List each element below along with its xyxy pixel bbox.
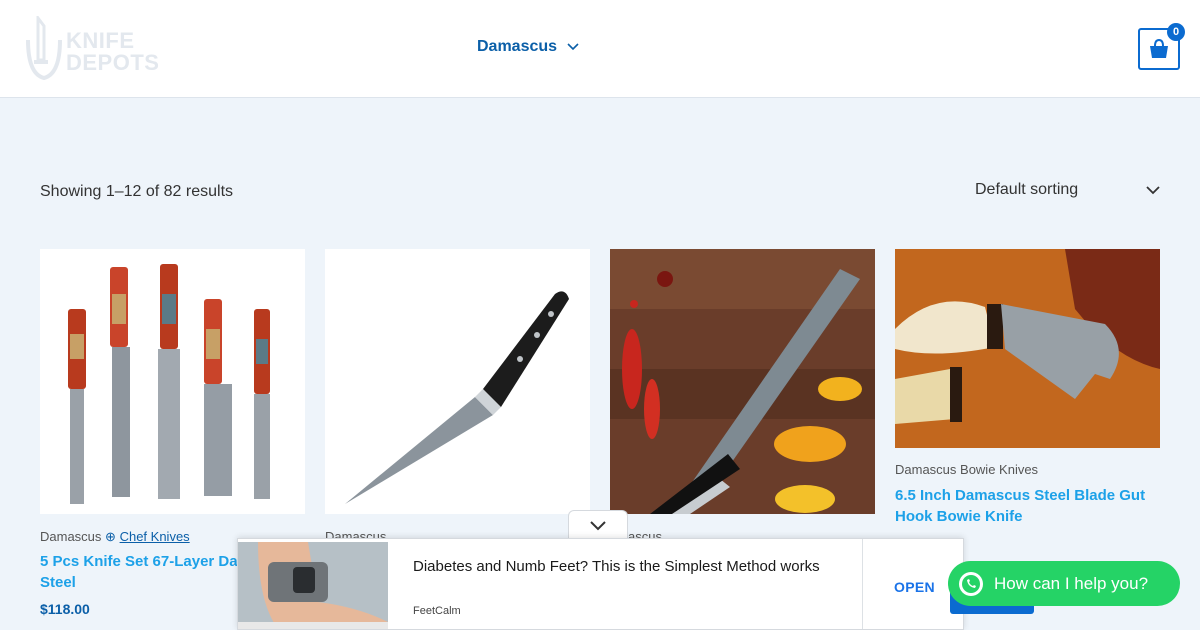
product-title[interactable]: 6.5 Inch Damascus Steel Blade Gut Hook B… <box>895 485 1160 527</box>
product-image[interactable] <box>325 249 590 514</box>
whatsapp-chat-button[interactable]: How can I help you? <box>948 561 1180 606</box>
shopping-bag-icon <box>1150 39 1168 58</box>
nav-item-damascus[interactable]: Damascus <box>477 38 579 56</box>
product-category: Damascus Bowie Knives <box>895 462 1039 477</box>
cart-button[interactable]: 0 <box>1138 23 1185 70</box>
chevron-down-icon <box>1146 185 1160 194</box>
result-count: Showing 1–12 of 82 results <box>40 183 234 200</box>
chevron-down-icon <box>567 43 579 51</box>
nav-item-label: Damascus <box>477 38 558 55</box>
subcategory-link[interactable]: Chef Knives <box>120 529 190 544</box>
site-header: KNIFE DEPOTS Damascus 0 <box>0 0 1200 98</box>
ad-divider <box>862 539 863 629</box>
knife-logo-icon <box>26 13 62 81</box>
ad-image[interactable] <box>238 542 388 629</box>
product-image[interactable] <box>895 249 1160 448</box>
cart-count-badge: 0 <box>1167 23 1185 41</box>
chevron-down-icon <box>590 520 606 530</box>
product-image[interactable] <box>40 249 305 514</box>
sorting-select[interactable]: Default sorting <box>975 179 1160 201</box>
whatsapp-icon <box>959 571 983 596</box>
ad-brand: FeetCalm <box>413 605 461 617</box>
whatsapp-label: How can I help you? <box>994 573 1149 593</box>
collapse-ad-button[interactable] <box>568 510 628 540</box>
product-price: $118.00 <box>40 601 90 617</box>
logo-wordmark: KNIFE DEPOTS <box>66 28 160 75</box>
ad-open-button[interactable]: OPEN <box>894 579 935 595</box>
product-category: Damascus ⊕ Chef Knives <box>40 529 190 544</box>
product-image[interactable] <box>610 249 875 514</box>
ad-banner[interactable]: Diabetes and Numb Feet? This is the Simp… <box>237 538 964 630</box>
site-logo[interactable]: KNIFE DEPOTS <box>24 13 159 81</box>
ad-title[interactable]: Diabetes and Numb Feet? This is the Simp… <box>413 556 833 578</box>
category-link-icon: ⊕ <box>105 529 116 544</box>
sorting-value: Default sorting <box>975 181 1079 198</box>
